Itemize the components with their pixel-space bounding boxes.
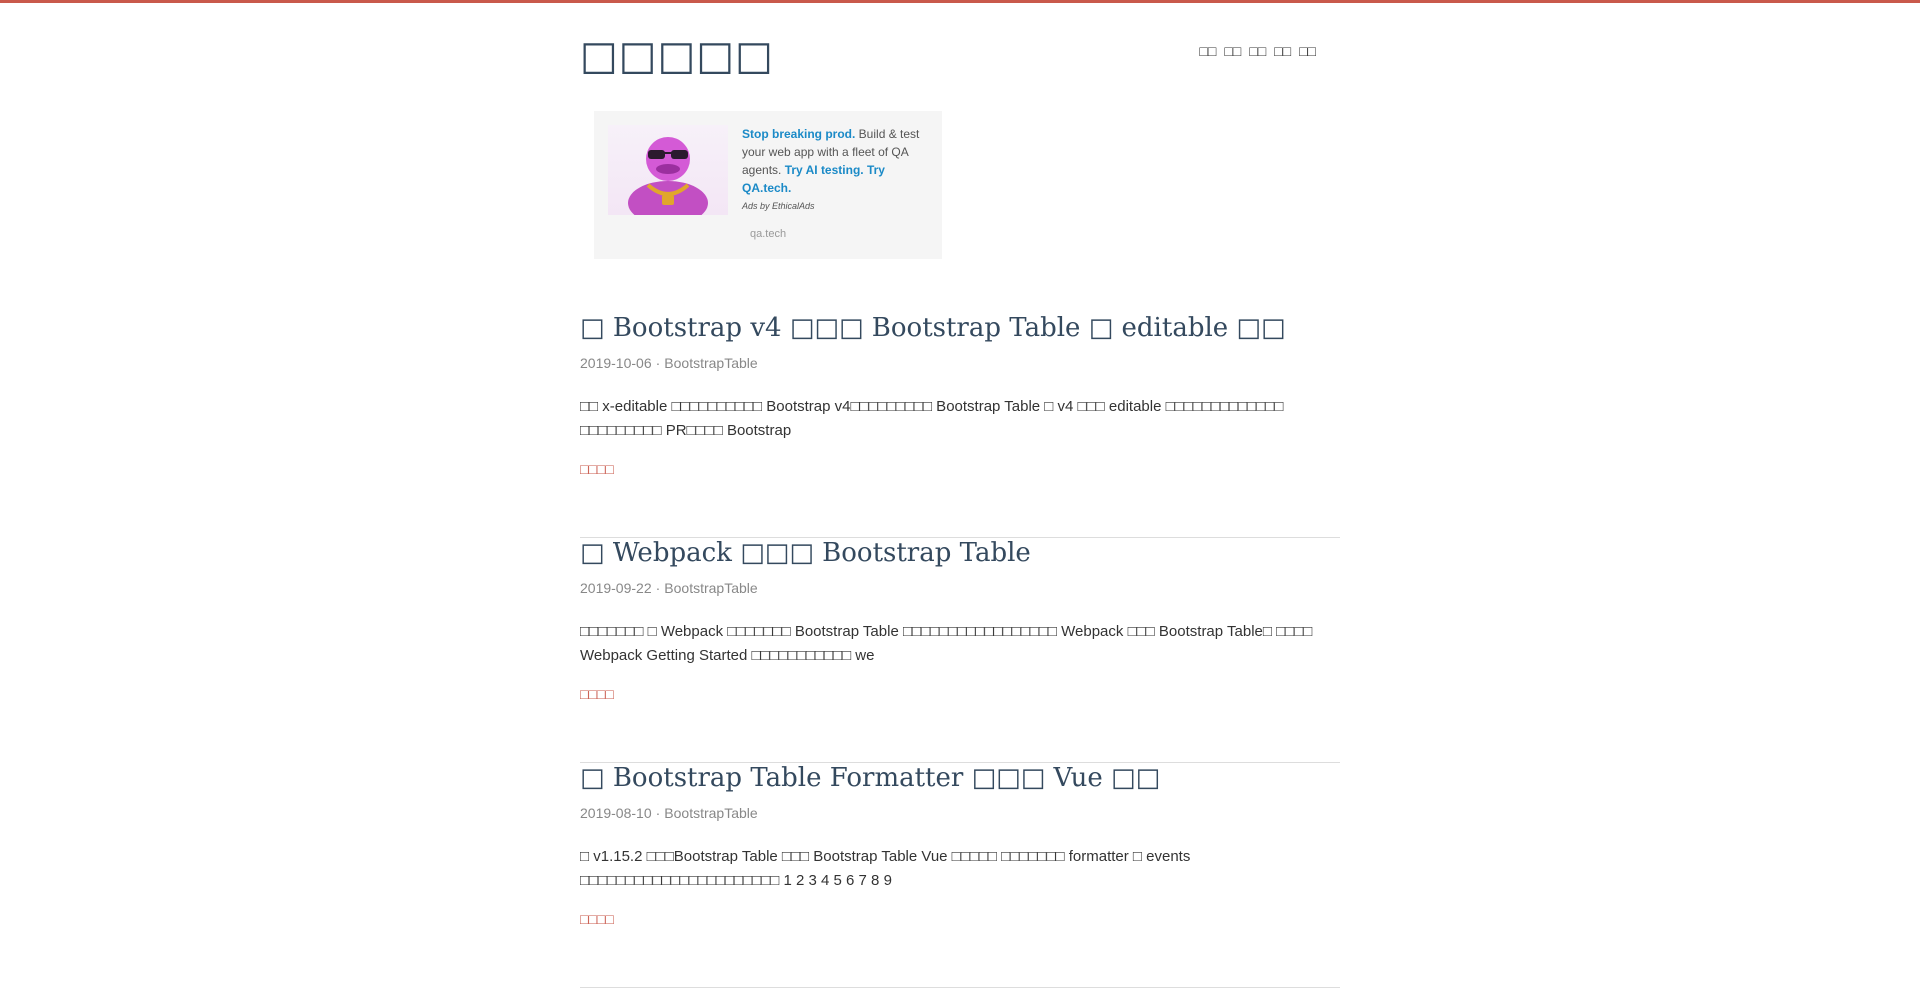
post-excerpt: □□ x-editable □□□□□□□□□□ Bootstrap v4□□□…: [580, 398, 1284, 439]
post-item: □ Webpack □□□ Bootstrap Table 2019-09-22…: [580, 538, 1340, 763]
nav-item-2[interactable]: □□: [1224, 43, 1241, 59]
post-meta: 2019-09-22 · BootstrapTable: [580, 580, 758, 596]
main-nav: □□ □□ □□ □□ □□: [1199, 43, 1316, 59]
ad-copy[interactable]: Stop breaking prod. Build & test your we…: [742, 125, 928, 197]
post-date: 2019-10-06: [580, 355, 652, 371]
post-title[interactable]: □ Bootstrap v4 □□□ Bootstrap Table □ edi…: [580, 313, 1286, 343]
post-title[interactable]: □ Webpack □□□ Bootstrap Table: [580, 538, 1031, 568]
ad-attribution[interactable]: Ads by EthicalAds: [742, 201, 815, 211]
ad-image-duck[interactable]: [608, 125, 728, 215]
site-header: □□□□□ □□ □□ □□ □□ □□: [580, 3, 1340, 111]
ad-domain[interactable]: qa.tech: [750, 228, 786, 240]
read-more-link[interactable]: □□□□: [580, 911, 614, 927]
post-list: □ Bootstrap v4 □□□ Bootstrap Table □ edi…: [580, 313, 1340, 988]
ad-headline: Stop breaking prod.: [742, 127, 856, 141]
post-title[interactable]: □ Bootstrap Table Formatter □□□ Vue □□: [580, 763, 1160, 793]
post-date: 2019-08-10: [580, 805, 652, 821]
post-meta: 2019-10-06 · BootstrapTable: [580, 355, 758, 371]
nav-item-3[interactable]: □□: [1249, 43, 1266, 59]
read-more-link[interactable]: □□□□: [580, 461, 614, 477]
nav-item-1[interactable]: □□: [1199, 43, 1216, 59]
post-excerpt: □□□□□□□ □ Webpack □□□□□□□ Bootstrap Tabl…: [580, 623, 1313, 664]
nav-item-5[interactable]: □□: [1299, 43, 1316, 59]
post-category[interactable]: BootstrapTable: [664, 805, 757, 821]
post-category[interactable]: BootstrapTable: [664, 580, 757, 596]
ethical-ad: Stop breaking prod. Build & test your we…: [594, 111, 942, 259]
read-more-link[interactable]: □□□□: [580, 686, 614, 702]
post-category[interactable]: BootstrapTable: [664, 355, 757, 371]
site-title[interactable]: □□□□□: [580, 33, 774, 79]
post-item: □ Bootstrap Table Formatter □□□ Vue □□ 2…: [580, 763, 1340, 988]
nav-item-4[interactable]: □□: [1274, 43, 1291, 59]
duck-illustration: [628, 137, 708, 215]
post-meta: 2019-08-10 · BootstrapTable: [580, 805, 758, 821]
post-excerpt: □ v1.15.2 □□□Bootstrap Table □□□ Bootstr…: [580, 848, 1191, 889]
post-date: 2019-09-22: [580, 580, 652, 596]
post-item: □ Bootstrap v4 □□□ Bootstrap Table □ edi…: [580, 313, 1340, 538]
page-wrapper: □□□□□ □□ □□ □□ □□ □□ Stop breaking prod.…: [580, 3, 1340, 988]
